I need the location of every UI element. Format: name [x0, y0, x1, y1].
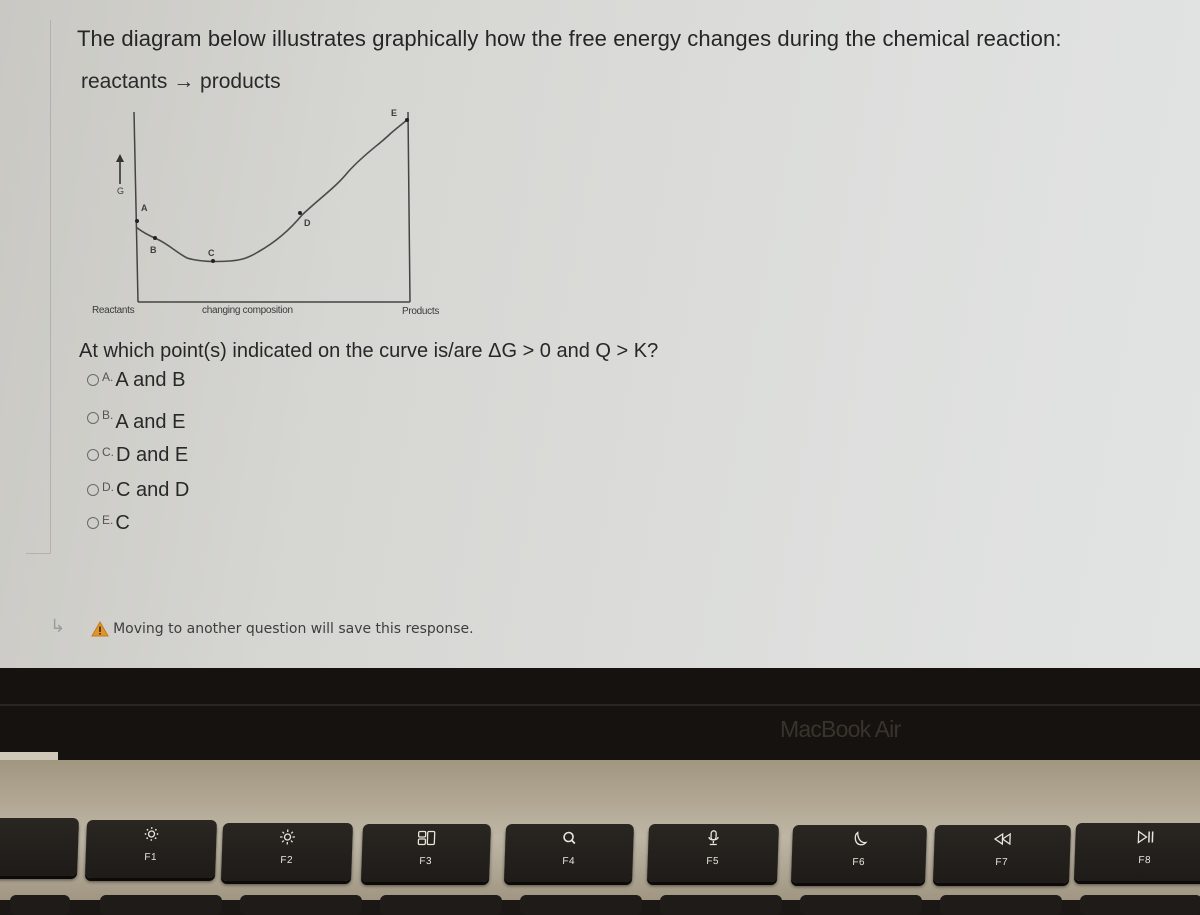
option-letter: C.	[102, 445, 114, 459]
warning-icon	[91, 621, 109, 637]
brightness-down-icon	[86, 826, 217, 844]
option-text: D and E	[116, 444, 188, 467]
do-not-disturb-moon-icon	[792, 831, 927, 849]
key-label: F7	[934, 857, 1070, 868]
point-b-label: B	[150, 245, 157, 255]
key-f3[interactable]: F3	[361, 824, 491, 882]
option-d[interactable]: D. C and D	[87, 476, 189, 504]
lower-key[interactable]	[800, 895, 922, 915]
free-energy-diagram: G A B C D E Reactants changing compositi…	[80, 100, 480, 330]
key-label: F1	[86, 852, 216, 863]
key-f7[interactable]: F7	[933, 825, 1071, 883]
radio-button[interactable]	[87, 484, 99, 496]
key-f5[interactable]: F5	[647, 824, 779, 882]
g-axis-label: G	[117, 186, 124, 196]
option-text: C and D	[116, 479, 189, 502]
option-letter: B.	[102, 408, 113, 422]
free-energy-curve	[136, 120, 407, 262]
bezel-hinge-line	[0, 704, 1200, 706]
left-panel-frame	[26, 20, 51, 554]
lower-key[interactable]	[10, 895, 70, 915]
key-f4[interactable]: F4	[504, 824, 634, 882]
products-label: Products	[402, 306, 439, 317]
lower-key[interactable]	[1080, 895, 1200, 915]
browser-screen: The diagram below illustrates graphicall…	[0, 0, 1200, 668]
key-label: F4	[505, 856, 633, 867]
lower-key[interactable]	[380, 895, 502, 915]
point-b-marker	[153, 236, 157, 240]
rewind-icon	[934, 831, 1071, 849]
key-f1[interactable]: F1	[85, 820, 217, 878]
radio-button[interactable]	[87, 412, 99, 424]
key-label: F8	[1075, 855, 1200, 866]
brightness-up-icon	[222, 829, 353, 847]
mission-control-icon	[362, 830, 491, 848]
spotlight-search-icon	[505, 830, 634, 848]
key-label: F6	[792, 857, 926, 868]
changing-composition-label: changing composition	[202, 305, 293, 316]
option-text: A and B	[115, 369, 185, 392]
point-e-label: E	[391, 108, 397, 118]
lower-key[interactable]	[660, 895, 782, 915]
key-f6[interactable]: F6	[791, 825, 927, 883]
key-label: F3	[362, 856, 490, 867]
reaction-equation: reactants → products	[81, 70, 281, 94]
play-pause-icon	[1075, 829, 1200, 847]
save-notice-text: Moving to another question will save thi…	[113, 621, 474, 637]
radio-button[interactable]	[87, 374, 99, 386]
option-letter: A.	[102, 370, 113, 384]
g-axis-arrowhead	[116, 154, 124, 162]
point-c-label: C	[208, 248, 215, 258]
brand-label: MacBook Air	[780, 716, 900, 743]
question-intro: The diagram below illustrates graphicall…	[77, 26, 1062, 52]
option-e[interactable]: E. C	[87, 509, 130, 537]
key-f8[interactable]: F8	[1074, 823, 1200, 881]
question-prompt: At which point(s) indicated on the curve…	[79, 340, 658, 363]
laptop-bezel: MacBook Air	[0, 668, 1200, 760]
lower-key[interactable]	[240, 895, 362, 915]
option-letter: D.	[102, 480, 114, 494]
lower-key[interactable]	[520, 895, 642, 915]
point-d-label: D	[304, 218, 311, 228]
save-notice: ↳ Moving to another question will save t…	[50, 618, 474, 639]
reactants-axis	[134, 112, 138, 302]
key-escape-partial[interactable]	[0, 818, 79, 876]
free-energy-plot	[80, 100, 480, 330]
products-axis	[408, 112, 410, 302]
point-c-marker	[211, 259, 215, 263]
point-e-marker	[405, 118, 409, 122]
key-label: F5	[648, 856, 778, 867]
option-text: C	[115, 512, 129, 535]
radio-button[interactable]	[87, 449, 99, 461]
point-d-marker	[298, 211, 302, 215]
lower-key[interactable]	[100, 895, 222, 915]
option-text: A and E	[115, 411, 185, 434]
lower-key[interactable]	[940, 895, 1062, 915]
option-a[interactable]: A. A and B	[87, 366, 185, 394]
option-letter: E.	[102, 513, 113, 527]
dictation-mic-icon	[648, 830, 779, 848]
point-a-label: A	[141, 203, 148, 213]
key-label: F2	[222, 855, 352, 866]
reactants-label: Reactants	[92, 305, 134, 316]
return-arrow-icon: ↳	[50, 616, 65, 637]
radio-button[interactable]	[87, 517, 99, 529]
point-a-marker	[135, 219, 139, 223]
key-f2[interactable]: F2	[221, 823, 353, 881]
option-c[interactable]: C. D and E	[87, 441, 188, 469]
option-b[interactable]: B. A and E	[87, 404, 185, 432]
